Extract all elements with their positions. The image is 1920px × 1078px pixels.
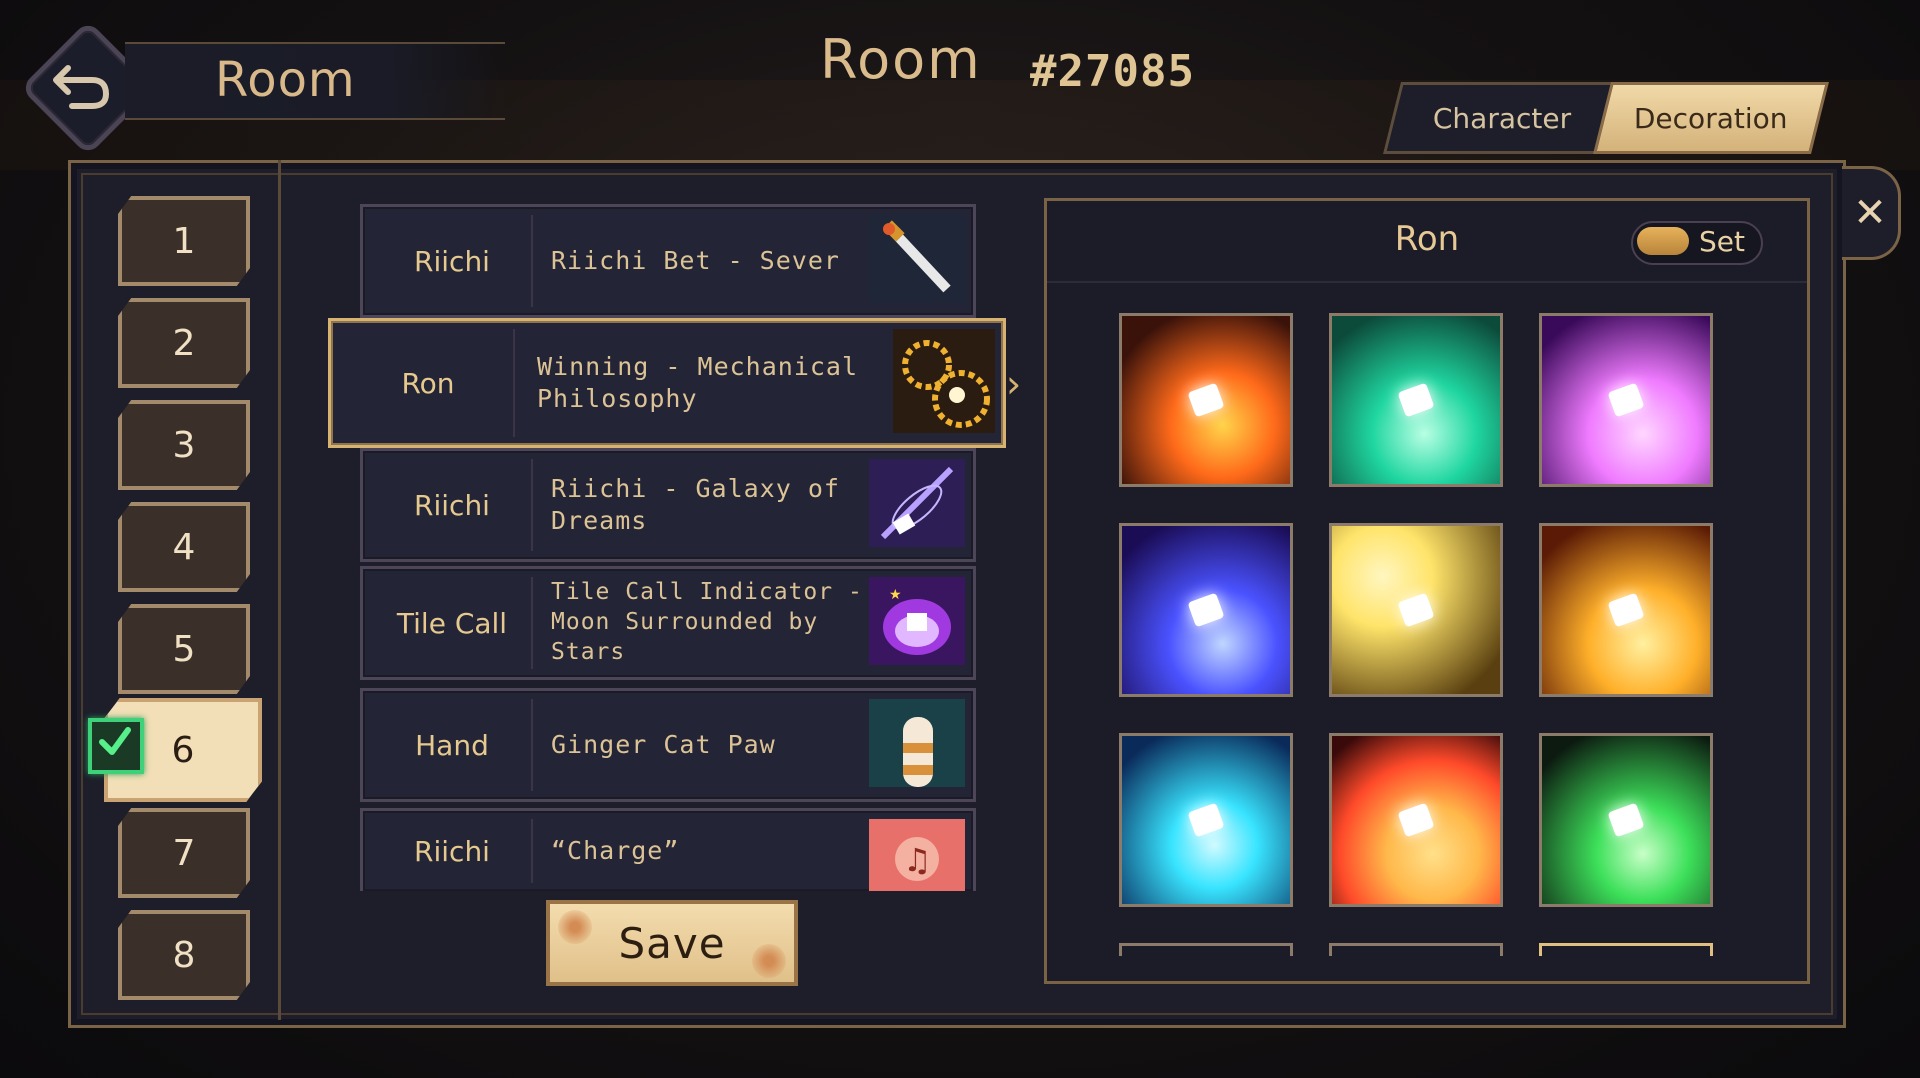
slot-button-1[interactable]: 1: [118, 196, 250, 286]
tile-glow: [1607, 592, 1645, 628]
decoration-row-selected[interactable]: Ron Winning - Mechanical Philosophy: [328, 318, 1006, 448]
slot-button-4[interactable]: 4: [118, 502, 250, 592]
tab-character[interactable]: Character: [1383, 82, 1621, 154]
sword-icon: [869, 215, 965, 303]
decoration-row[interactable]: Riichi Riichi - Galaxy of Dreams: [360, 448, 976, 562]
page-title: Room: [215, 52, 356, 108]
tile-glow: [1397, 382, 1435, 418]
galaxy-icon: [869, 459, 965, 547]
cyan-ring-icon[interactable]: [1119, 733, 1293, 907]
decoration-name: Riichi - Galaxy of Dreams: [551, 473, 840, 536]
blue-purple-beam-icon[interactable]: [1119, 523, 1293, 697]
toggle-label: Set: [1699, 225, 1745, 258]
moon-stars-icon: ★: [869, 577, 965, 665]
slot-label: 7: [172, 832, 196, 874]
slot-label: 4: [172, 526, 196, 568]
slot-label: 5: [172, 628, 196, 670]
effect-panel-header: Ron Set: [1047, 201, 1807, 283]
tab-character-label: Character: [1432, 101, 1572, 135]
green-shadow-icon[interactable]: [1539, 733, 1713, 907]
check-icon: [99, 727, 131, 755]
decoration-category: Riichi: [373, 215, 533, 307]
tab-decoration[interactable]: Decoration: [1593, 82, 1829, 154]
flower-icon: [752, 944, 786, 978]
decoration-name: “Charge”: [551, 835, 680, 865]
decoration-row[interactable]: Riichi Riichi Bet - Sever: [360, 204, 976, 318]
green-tornado-icon[interactable]: [1329, 313, 1503, 487]
ko-burst-icon[interactable]: [1329, 733, 1503, 907]
slot-label: 6: [171, 729, 195, 771]
room-title: Room: [820, 28, 982, 91]
save-label: Save: [618, 918, 726, 968]
slot-button-8[interactable]: 8: [118, 910, 250, 1000]
slot-button-5[interactable]: 5: [118, 604, 250, 694]
flower-icon: [558, 910, 592, 944]
tile-glow: [1187, 592, 1225, 628]
chevron-right-icon: ›: [1006, 362, 1022, 406]
slot-button-7[interactable]: 7: [118, 808, 250, 898]
fire-burst-icon[interactable]: [1119, 313, 1293, 487]
decoration-name: Tile Call Indicator - Moon Surrounded by…: [551, 579, 863, 665]
slot-label: 2: [172, 322, 196, 364]
gears-icon: [893, 329, 995, 433]
decoration-row[interactable]: Hand Ginger Cat Paw: [360, 688, 976, 802]
tile-glow: [1187, 382, 1225, 418]
decoration-category: Tile Call: [373, 577, 533, 669]
tile-glow: [1397, 802, 1435, 838]
tile-partial: [1119, 943, 1293, 956]
back-arrow-icon: [53, 65, 110, 109]
set-toggle[interactable]: Set: [1631, 221, 1763, 265]
flame-wings-icon[interactable]: [1539, 523, 1713, 697]
decoration-row[interactable]: Tile Call Tile Call Indicator - Moon Sur…: [360, 566, 976, 680]
tile-partial: [1329, 943, 1503, 956]
svg-text:★: ★: [889, 587, 902, 603]
slot-label: 8: [172, 934, 196, 976]
tile-partial: [1539, 943, 1713, 956]
decoration-category: Riichi: [373, 819, 533, 883]
checkbox-selected[interactable]: [88, 718, 144, 774]
decoration-category: Ron: [343, 329, 515, 437]
golden-light-icon[interactable]: [1329, 523, 1503, 697]
slot-button-3[interactable]: 3: [118, 400, 250, 490]
slot-column: 1 2 3 4 5 6 7 8: [88, 160, 281, 1020]
close-button[interactable]: ✕: [1842, 166, 1901, 260]
room-id: #27085: [1030, 46, 1195, 97]
page-title-bar: Room: [125, 42, 505, 120]
tile-glow: [1187, 802, 1225, 838]
decoration-category: Riichi: [373, 459, 533, 551]
slot-label: 3: [172, 424, 196, 466]
tab-decoration-label: Decoration: [1634, 101, 1788, 135]
tile-glow: [1607, 382, 1645, 418]
decoration-row[interactable]: Riichi “Charge” ♫: [360, 808, 976, 891]
slot-label: 1: [172, 220, 196, 262]
music-note-icon: ♫: [869, 819, 965, 891]
tile-glow: [1397, 592, 1435, 628]
toggle-knob: [1637, 227, 1689, 255]
tile-glow: [1607, 802, 1645, 838]
decoration-name: Riichi Bet - Sever: [551, 245, 840, 275]
slot-button-2[interactable]: 2: [118, 298, 250, 388]
cat-paw-icon: [869, 699, 965, 787]
decoration-name: Winning - Mechanical Philosophy: [537, 351, 859, 414]
effect-panel: Ron Set: [1044, 198, 1810, 984]
svg-text:♫: ♫: [903, 841, 932, 879]
close-icon: ✕: [1853, 190, 1887, 236]
pink-beam-icon[interactable]: [1539, 313, 1713, 487]
decoration-category: Hand: [373, 699, 533, 791]
decoration-name: Ginger Cat Paw: [551, 729, 776, 759]
effect-panel-title: Ron: [1394, 219, 1460, 259]
save-button[interactable]: Save: [546, 900, 798, 986]
